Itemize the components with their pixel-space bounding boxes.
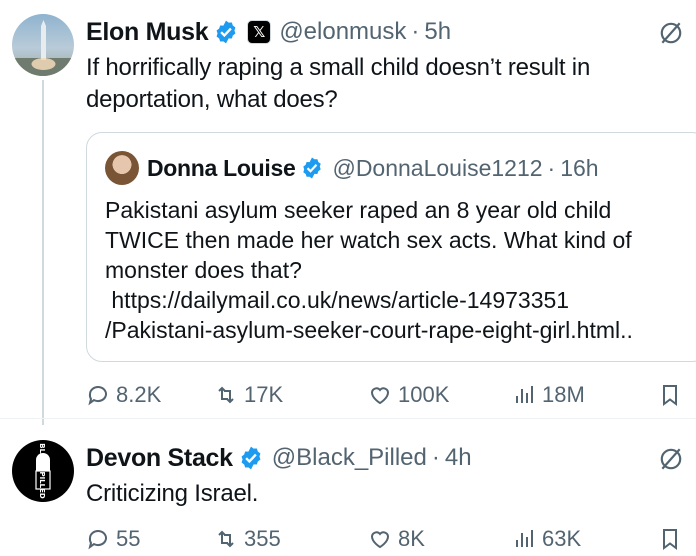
- reply-button[interactable]: 55: [86, 524, 140, 554]
- bookmark-icon: [663, 529, 677, 550]
- timestamp[interactable]: 5h: [424, 18, 451, 46]
- grok-icon[interactable]: [658, 20, 684, 46]
- reply-count: 8.2K: [116, 382, 162, 407]
- bookmark-button[interactable]: [658, 380, 682, 410]
- views-icon: [516, 386, 533, 403]
- views-button[interactable]: 63K: [512, 524, 581, 554]
- quote-header: Donna Louise @DonnaLouise1212 · 16h: [147, 151, 599, 185]
- author-handle[interactable]: @DonnaLouise1212: [332, 155, 542, 182]
- avatar[interactable]: [12, 14, 74, 76]
- like-icon: [370, 387, 390, 405]
- black-pilled-logo-icon: BLACK PILLED: [35, 443, 51, 499]
- timestamp[interactable]: 4h: [445, 444, 472, 472]
- verified-badge-icon: [303, 157, 322, 179]
- tweet-header: Elon Musk 𝕏 @elonmusk · 5h: [86, 14, 451, 50]
- like-icon: [370, 531, 390, 549]
- avatar[interactable]: BLACK PILLED: [12, 440, 74, 502]
- like-button[interactable]: 100K: [368, 380, 449, 410]
- avatar[interactable]: [105, 151, 139, 185]
- author-name[interactable]: Elon Musk: [86, 18, 209, 47]
- retweet-button[interactable]: 355: [214, 524, 281, 554]
- like-count: 8K: [398, 526, 425, 551]
- retweet-count: 355: [244, 526, 281, 551]
- separator: ·: [547, 154, 556, 181]
- quoted-tweet-text: Pakistani asylum seeker raped an 8 year …: [105, 197, 633, 343]
- reply-button[interactable]: 8.2K: [86, 380, 161, 410]
- author-name[interactable]: Devon Stack: [86, 444, 233, 473]
- separator: ·: [411, 18, 420, 45]
- retweet-button[interactable]: 17K: [214, 380, 283, 410]
- reply-icon: [88, 530, 107, 550]
- retweet-icon: [218, 530, 234, 548]
- action-bar: 55 355 8K 63K: [86, 524, 696, 554]
- views-count: 18M: [542, 382, 585, 407]
- timestamp[interactable]: 16h: [560, 155, 598, 182]
- author-handle[interactable]: @Black_Pilled: [272, 444, 427, 472]
- verified-badge-icon: [241, 446, 261, 470]
- rocket-image: [12, 20, 74, 76]
- bookmark-icon: [663, 385, 677, 406]
- verified-badge-icon: [216, 20, 236, 44]
- tweet-text: If horrifically raping a small child doe…: [86, 54, 591, 113]
- like-button[interactable]: 8K: [368, 524, 425, 554]
- reply-icon: [88, 386, 107, 406]
- quoted-tweet[interactable]: Donna Louise @DonnaLouise1212 · 16h Paki…: [86, 132, 696, 362]
- author-name[interactable]: Donna Louise: [147, 155, 296, 182]
- views-icon: [516, 530, 533, 547]
- x-logo-icon: 𝕏: [247, 20, 272, 44]
- reply-count: 55: [116, 526, 141, 551]
- grok-icon[interactable]: [658, 446, 684, 472]
- black-pilled-logo-text: BLACK PILLED: [38, 443, 46, 499]
- action-bar: 8.2K 17K 100K 18M: [86, 380, 696, 410]
- tweet-header: Devon Stack @Black_Pilled · 4h: [86, 440, 472, 476]
- tweet-elon[interactable]: Elon Musk 𝕏 @elonmusk · 5h If horrifical…: [0, 0, 696, 420]
- tweet-text: Criticizing Israel.: [86, 480, 259, 507]
- author-handle[interactable]: @elonmusk: [279, 18, 406, 46]
- tweet-divider: [0, 418, 696, 419]
- views-count: 63K: [542, 526, 582, 551]
- like-count: 100K: [398, 382, 450, 407]
- retweet-count: 17K: [244, 382, 284, 407]
- bookmark-button[interactable]: [658, 524, 682, 554]
- separator: ·: [431, 444, 440, 471]
- tweet-devon[interactable]: BLACK PILLED Devon Stack @Black_Pilled ·…: [0, 430, 696, 556]
- views-button[interactable]: 18M: [512, 380, 585, 410]
- retweet-icon: [218, 386, 234, 404]
